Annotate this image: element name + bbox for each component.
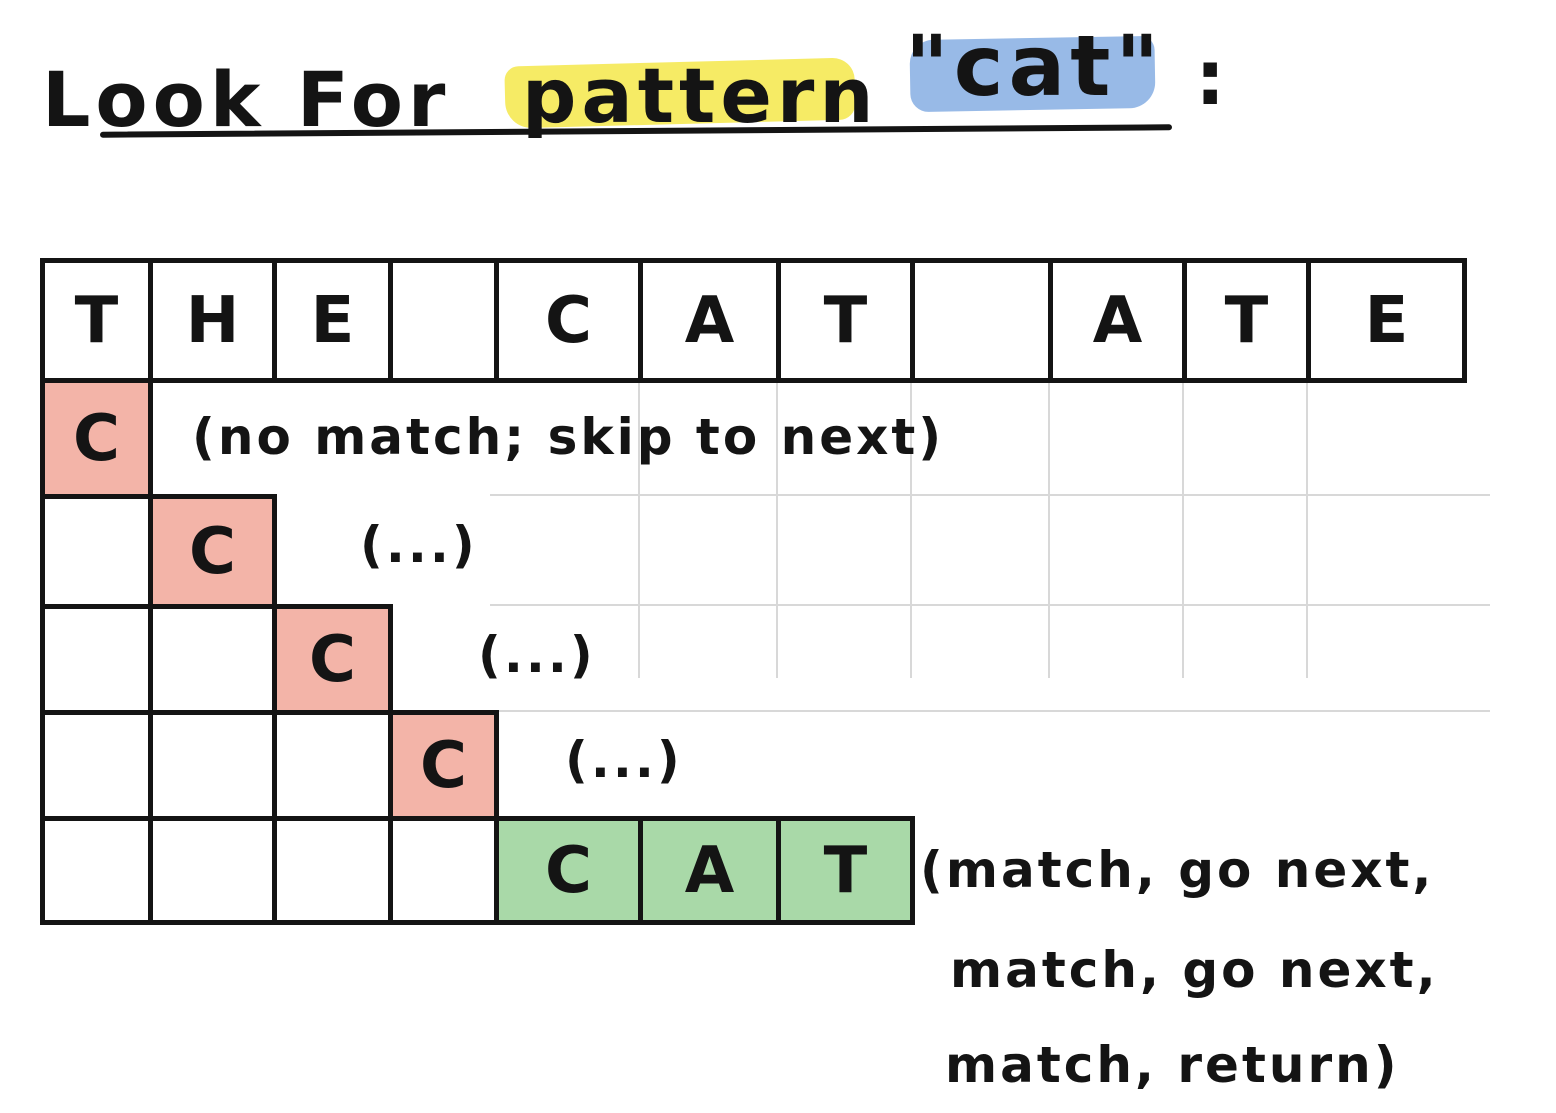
text-cell: A (638, 258, 781, 383)
text-cell-char: A (1092, 283, 1143, 358)
attempt-empty-cell (148, 816, 277, 925)
attempt-note-1: (no match; skip to next) (192, 408, 945, 466)
text-cell: H (148, 258, 277, 383)
text-cell-char: T (1224, 283, 1269, 358)
mismatch-cell-char: C (189, 514, 236, 589)
faint-grid-line (490, 604, 1490, 606)
title-colon: : (1195, 33, 1231, 122)
text-cell (910, 258, 1053, 383)
text-cell: A (1048, 258, 1187, 383)
text-cell-char: T (823, 283, 868, 358)
match-note-line-3: match, return) (945, 1036, 1400, 1094)
text-cell: T (776, 258, 915, 383)
attempt-empty-cell (148, 710, 277, 821)
attempt-empty-cell (148, 604, 277, 715)
attempt-note-2: (...) (360, 516, 478, 574)
faint-grid-line (490, 494, 1490, 496)
attempt-note-3: (...) (478, 626, 596, 684)
text-cell (388, 258, 499, 383)
faint-grid-line (1182, 378, 1184, 678)
text-cell-char: H (185, 283, 240, 358)
match-cell: C (494, 816, 643, 925)
text-cell: T (1182, 258, 1311, 383)
attempt-note-4: (...) (565, 731, 683, 789)
attempt-empty-cell (272, 816, 393, 925)
title-highlight-word: pattern (522, 51, 879, 140)
title-pattern: "cat" (905, 17, 1165, 115)
mismatch-cell-char: C (309, 622, 356, 697)
attempt-empty-cell (40, 494, 153, 609)
text-cell: C (494, 258, 643, 383)
match-cell-char: T (823, 833, 868, 908)
match-note-line-2: match, go next, (950, 941, 1439, 999)
mismatch-cell: C (148, 494, 277, 609)
text-cell: T (40, 258, 153, 383)
text-cell-char: C (545, 283, 592, 358)
match-cell: A (638, 816, 781, 925)
attempt-empty-cell (40, 816, 153, 925)
mismatch-cell: C (40, 378, 153, 499)
text-cell-char: E (1364, 283, 1409, 358)
mismatch-cell: C (272, 604, 393, 715)
text-cell: E (272, 258, 393, 383)
match-note-line-1: (match, go next, (920, 841, 1435, 899)
faint-grid-line (1306, 378, 1308, 678)
faint-grid-line (490, 710, 1490, 712)
text-cell: E (1306, 258, 1467, 383)
text-cell-char: A (684, 283, 735, 358)
attempt-empty-cell (272, 710, 393, 821)
match-cell: T (776, 816, 915, 925)
text-cell-char: E (310, 283, 355, 358)
title-lead: Look For (42, 55, 451, 144)
text-cell-char: T (74, 283, 119, 358)
faint-grid-line (1048, 378, 1050, 678)
mismatch-cell: C (388, 710, 499, 821)
attempt-empty-cell (388, 816, 499, 925)
mismatch-cell-char: C (420, 728, 467, 803)
match-cell-char: C (545, 833, 592, 908)
attempt-empty-cell (40, 604, 153, 715)
title: Look For pattern "cat" : (0, 0, 1556, 200)
mismatch-cell-char: C (73, 401, 120, 476)
match-cell-char: A (684, 833, 735, 908)
attempt-empty-cell (40, 710, 153, 821)
